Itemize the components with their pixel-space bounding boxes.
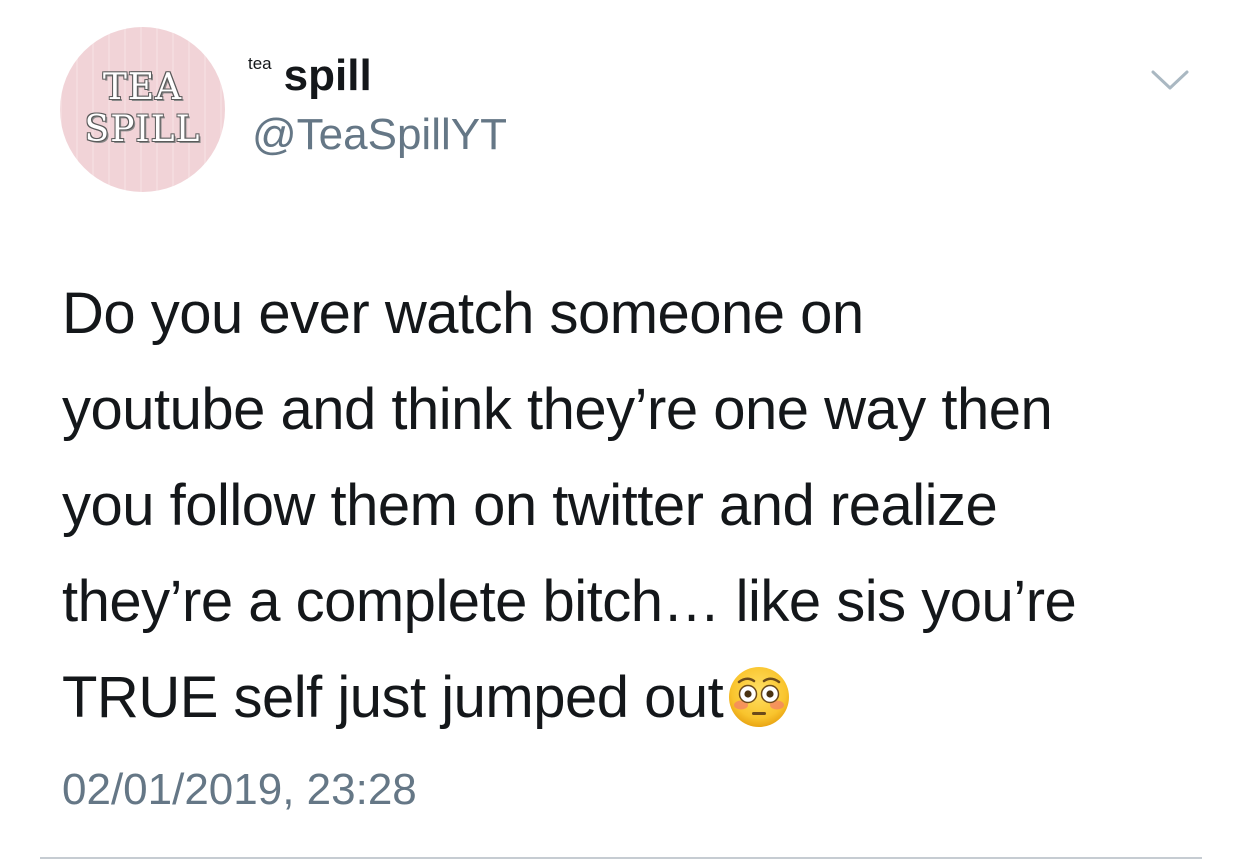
avatar-logo-text: TEA (102, 67, 183, 108)
tweet-line: TRUE self just jumped out (62, 665, 724, 730)
tweet-line: you follow them on twitter and realize (62, 473, 998, 538)
display-name-prefix: tea (248, 54, 272, 73)
tweet-line-last: TRUE self just jumped out (62, 650, 1202, 746)
divider (40, 857, 1202, 859)
tweet-line: they’re a complete bitch… like sis you’r… (62, 569, 1077, 634)
author-name[interactable]: tea spill (248, 50, 372, 102)
tweet-line: Do you ever watch someone on (62, 281, 864, 346)
avatar-logo-text: SPILL (84, 109, 201, 150)
tweet-text: Do you ever watch someone on youtube and… (62, 266, 1202, 746)
display-name: spill (283, 51, 372, 100)
tweet-timestamp[interactable]: 02/01/2019, 23:28 (62, 762, 417, 818)
chevron-down-icon[interactable] (1150, 66, 1190, 94)
tweet-line: youtube and think they’re one way then (62, 377, 1053, 442)
flushed-face-icon (729, 667, 790, 727)
user-handle[interactable]: @TeaSpillYT (252, 108, 507, 162)
avatar[interactable]: TEA SPILL (60, 27, 225, 192)
